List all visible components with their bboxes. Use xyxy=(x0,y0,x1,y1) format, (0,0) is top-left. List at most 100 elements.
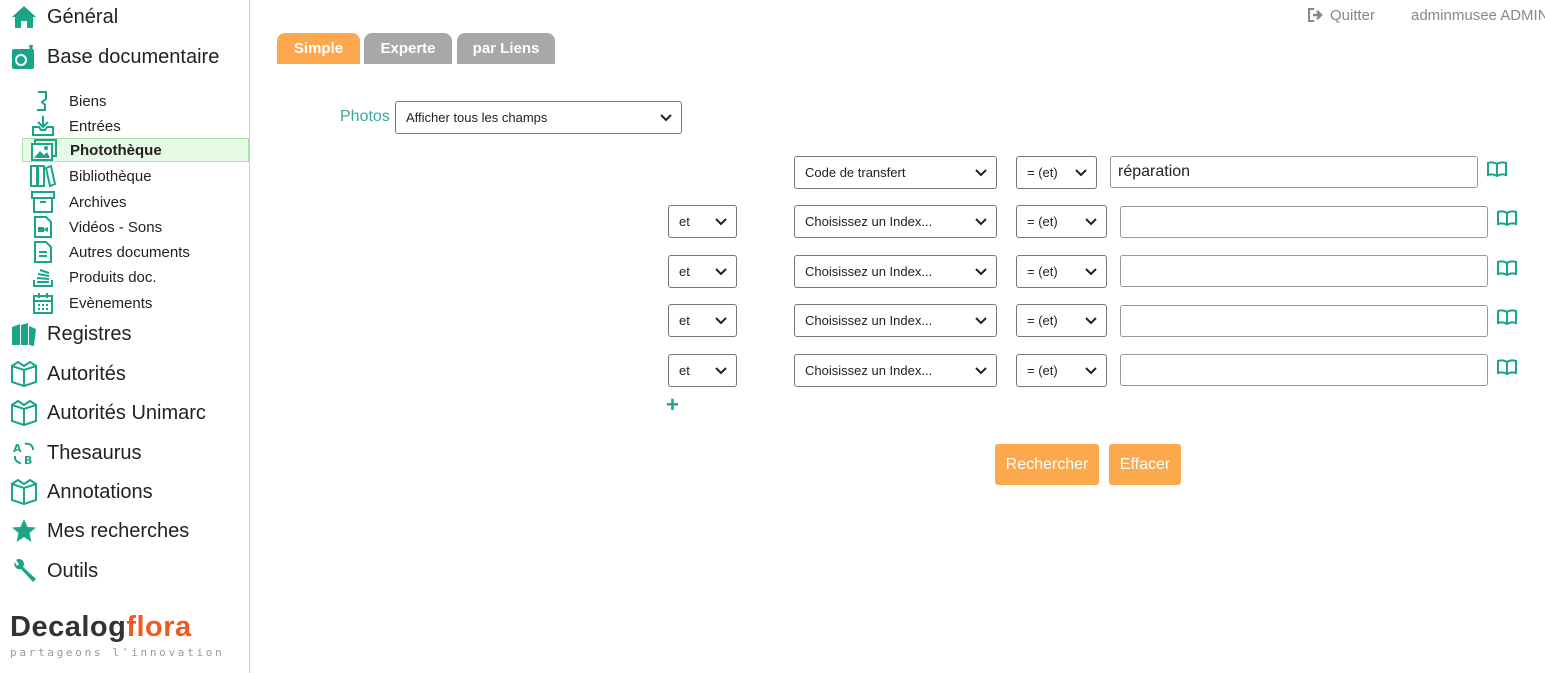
open-box-icon xyxy=(10,399,38,427)
book-icon[interactable] xyxy=(1497,260,1517,276)
quit-label: Quitter xyxy=(1329,6,1375,24)
sidebar-item-label: Thesaurus xyxy=(47,441,142,464)
index-select[interactable]: Choisissez un Index... xyxy=(794,205,997,238)
sidebar-subitem-videos-sons[interactable]: Vidéos - Sons xyxy=(22,215,249,239)
sidebar-item-label: Mes recherches xyxy=(47,519,190,542)
operator-select[interactable]: = (et) xyxy=(1016,255,1107,288)
sidebar-item-autorites[interactable]: Autorités xyxy=(10,359,126,389)
chevron-down-icon xyxy=(715,218,727,226)
tab-simple[interactable]: Simple xyxy=(277,33,360,64)
book-icon[interactable] xyxy=(1497,359,1517,375)
inbox-download-icon xyxy=(30,115,56,137)
index-select-value: Choisissez un Index... xyxy=(805,313,933,328)
operator-select-value: = (et) xyxy=(1027,264,1058,279)
connector-select-value: et xyxy=(679,264,690,279)
sidebar-item-general[interactable]: Général xyxy=(10,2,118,32)
sidebar-subitem-bibliotheque[interactable]: Bibliothèque xyxy=(22,164,249,188)
connector-select[interactable]: et xyxy=(668,354,737,387)
sidebar-item-mes-recherches[interactable]: Mes recherches xyxy=(10,516,189,546)
sidebar-subitem-archives[interactable]: Archives xyxy=(22,190,249,214)
book-icon[interactable] xyxy=(1497,210,1517,226)
chevron-down-icon xyxy=(975,218,987,226)
search-value-input[interactable] xyxy=(1120,354,1488,386)
star-icon xyxy=(10,517,38,545)
chevron-down-icon xyxy=(1085,268,1097,276)
sidebar-subitem-autres-documents[interactable]: Autres documents xyxy=(22,240,249,264)
book-icon[interactable] xyxy=(1487,161,1507,177)
sidebar-subitem-biens[interactable]: Biens xyxy=(22,89,249,113)
operator-select[interactable]: = (et) xyxy=(1016,205,1107,238)
index-select[interactable]: Choisissez un Index... xyxy=(794,354,997,387)
sidebar-subitem-label: Biens xyxy=(69,92,107,110)
sidebar-item-base-documentaire[interactable]: Base documentaire xyxy=(10,42,219,72)
search-button[interactable]: Rechercher xyxy=(995,444,1099,485)
stack-icon xyxy=(30,266,56,288)
decalog-flora-logo: Decalogflora partageons l'innovation xyxy=(10,612,224,659)
sidebar-item-label: Général xyxy=(47,5,119,28)
sidebar-item-outils[interactable]: Outils xyxy=(10,556,98,586)
connector-select-value: et xyxy=(679,214,690,229)
sidebar-subitem-evenements[interactable]: Evènements xyxy=(22,291,249,315)
operator-select[interactable]: = (et) xyxy=(1016,354,1107,387)
top-bar: Quitter adminmusee ADMIN xyxy=(1307,5,1545,25)
operator-select[interactable]: = (et) xyxy=(1016,156,1097,189)
quit-link[interactable]: Quitter xyxy=(1307,6,1375,24)
display-fields-select[interactable]: Afficher tous les champs xyxy=(395,101,682,134)
book-icon[interactable] xyxy=(1497,309,1517,325)
index-select[interactable]: Choisissez un Index... xyxy=(794,255,997,288)
display-fields-value: Afficher tous les champs xyxy=(406,110,548,125)
sign-out-icon xyxy=(1307,8,1323,22)
connector-select-value: et xyxy=(679,363,690,378)
sidebar-item-thesaurus[interactable]: AB Thesaurus xyxy=(10,438,142,468)
sidebar-subitem-produits-doc[interactable]: Produits doc. xyxy=(22,265,249,289)
index-select[interactable]: Choisissez un Index... xyxy=(794,304,997,337)
registers-icon xyxy=(10,320,38,348)
sidebar-item-registres[interactable]: Registres xyxy=(10,319,131,349)
search-value-input[interactable] xyxy=(1120,206,1488,238)
logo-tagline: partageons l'innovation xyxy=(10,646,225,659)
operator-select[interactable]: = (et) xyxy=(1016,304,1107,337)
chevron-down-icon xyxy=(975,367,987,375)
sidebar-item-label: Annotations xyxy=(47,480,153,503)
operator-select-value: = (et) xyxy=(1027,313,1058,328)
sidebar-item-label: Outils xyxy=(47,559,99,582)
index-select[interactable]: Code de transfert xyxy=(794,156,997,189)
documents-icon xyxy=(10,43,38,71)
search-value-input[interactable]: réparation xyxy=(1110,156,1478,188)
chevron-down-icon xyxy=(1085,317,1097,325)
chevron-down-icon xyxy=(975,317,987,325)
sidebar-subitem-phototheque[interactable]: Photothèque xyxy=(22,138,249,162)
sidebar-item-label: Autorités xyxy=(47,362,126,385)
sidebar-item-autorites-unimarc[interactable]: Autorités Unimarc xyxy=(10,398,206,428)
connector-select[interactable]: et xyxy=(668,304,737,337)
open-box-icon xyxy=(10,478,38,506)
chevron-down-icon xyxy=(975,169,987,177)
operator-select-value: = (et) xyxy=(1027,214,1058,229)
search-value-input[interactable] xyxy=(1120,305,1488,337)
connector-select[interactable]: et xyxy=(668,205,737,238)
add-criterion-button[interactable]: + xyxy=(666,394,679,416)
index-select-value: Choisissez un Index... xyxy=(805,214,933,229)
az-icon: AB xyxy=(10,439,38,467)
user-label: adminmusee ADMIN xyxy=(1411,6,1545,24)
tab-par-liens[interactable]: par Liens xyxy=(457,33,555,64)
tab-experte[interactable]: Experte xyxy=(364,33,452,64)
sidebar-item-annotations[interactable]: Annotations xyxy=(10,477,153,507)
video-file-icon xyxy=(30,216,56,238)
index-select-value: Choisissez un Index... xyxy=(805,363,933,378)
archive-box-icon xyxy=(30,191,56,213)
connector-select[interactable]: et xyxy=(668,255,737,288)
index-select-value: Code de transfert xyxy=(805,165,906,180)
chevron-down-icon xyxy=(975,268,987,276)
chevron-down-icon xyxy=(1085,218,1097,226)
sidebar-subitem-label: Photothèque xyxy=(70,141,162,159)
home-icon xyxy=(10,3,38,31)
calendar-icon xyxy=(30,292,56,314)
user-menu[interactable]: adminmusee ADMIN xyxy=(1405,7,1545,24)
operator-select-value: = (et) xyxy=(1027,165,1058,180)
document-icon xyxy=(30,241,56,263)
sidebar-subitem-entrees[interactable]: Entrées xyxy=(22,114,249,138)
sidebar-subitem-label: Produits doc. xyxy=(69,268,157,286)
clear-button[interactable]: Effacer xyxy=(1109,444,1181,485)
search-value-input[interactable] xyxy=(1120,255,1488,287)
